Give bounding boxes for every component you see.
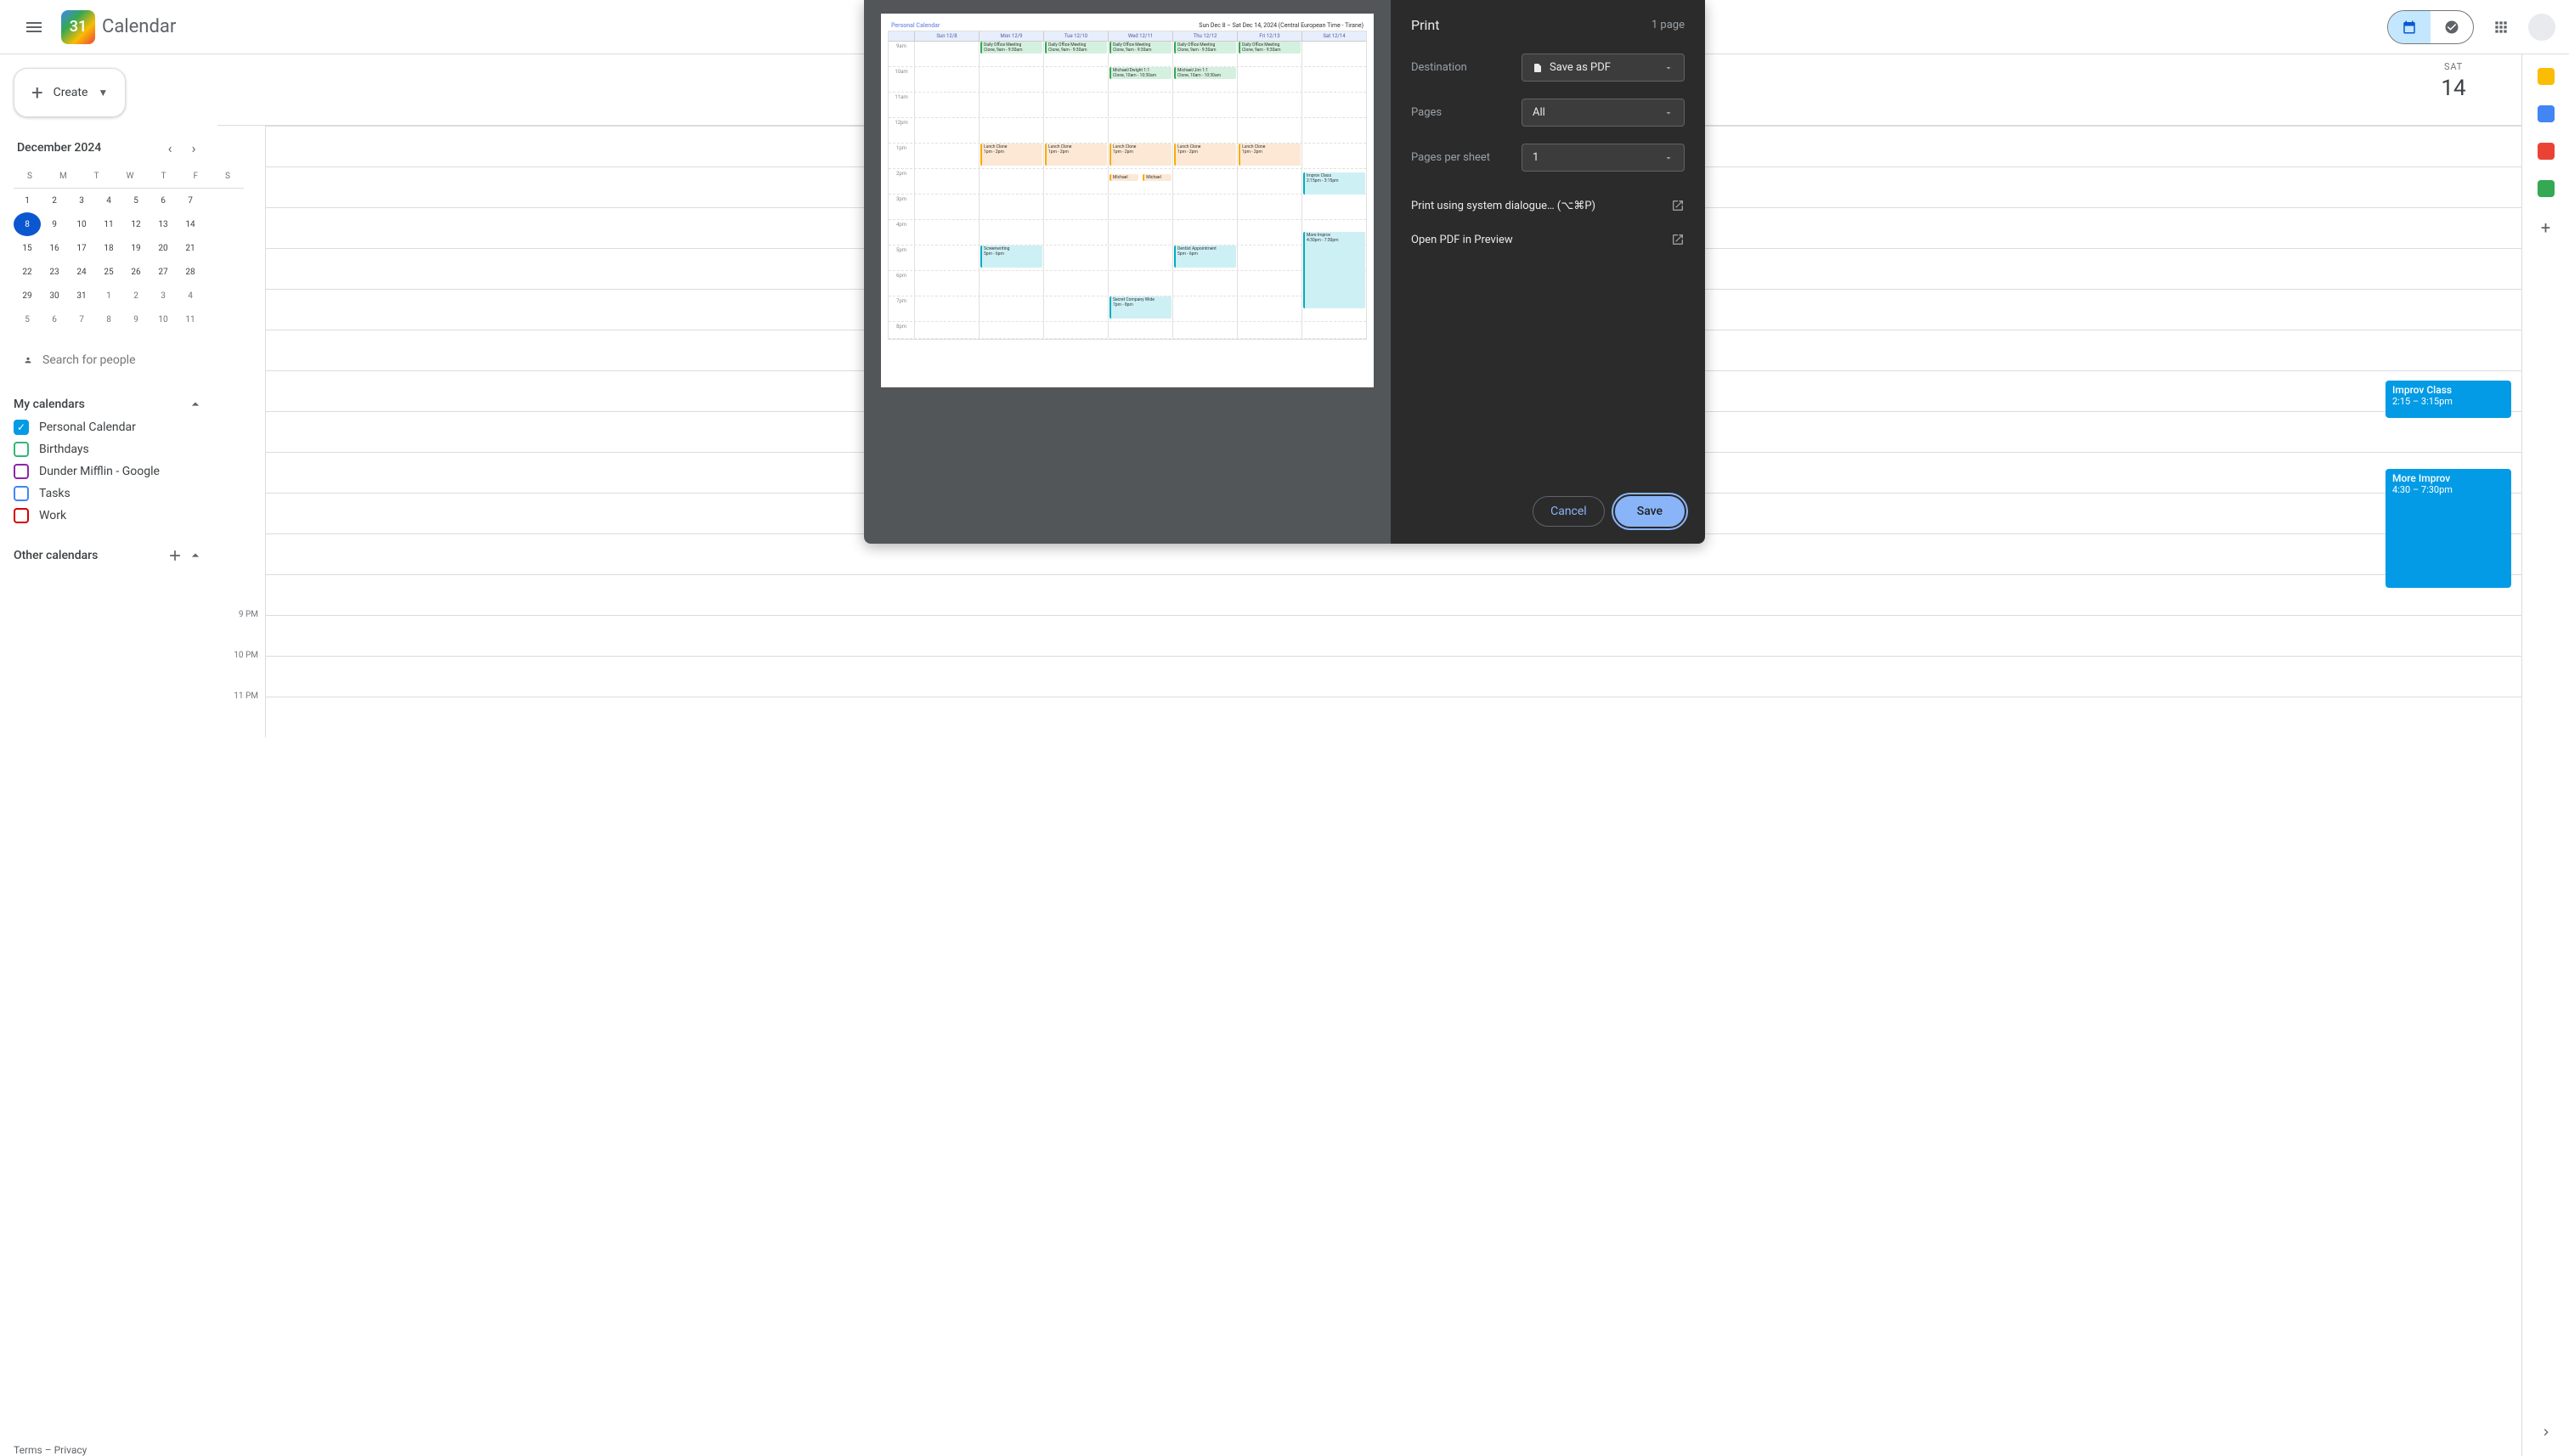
preview-day-header: Mon 12/9 (979, 31, 1043, 41)
open-pdf-preview-link[interactable]: Open PDF in Preview (1411, 223, 1685, 257)
print-settings-panel: Print 1 page Destination Save as PDF Pag… (1391, 0, 1705, 544)
chevron-down-icon (1663, 153, 1674, 163)
preview-event: Dentist Appointment5pm - 6pm (1174, 245, 1236, 268)
destination-label: Destination (1411, 61, 1522, 74)
preview-event: Daily Office MeetingClone, 9am - 9:30am (980, 42, 1042, 54)
save-button[interactable]: Save (1615, 496, 1685, 527)
system-dialog-label: Print using system dialogue… (⌥⌘P) (1411, 200, 1595, 212)
preview-event: Secret Company Wide7pm - 8pm (1109, 296, 1172, 319)
print-preview-pane: Personal Calendar Sun Dec 8 – Sat Dec 14… (864, 0, 1391, 544)
preview-hour-label: 2pm (889, 169, 914, 194)
preview-event: Screenwriting5pm - 6pm (980, 245, 1042, 268)
preview-event: Daily Office MeetingClone, 9am - 9:30am (1045, 42, 1107, 54)
preview-hour-label: 6pm (889, 271, 914, 296)
preview-hour-label: 5pm (889, 245, 914, 270)
pages-label: Pages (1411, 106, 1522, 119)
print-dialog-title: Print (1411, 17, 1439, 33)
preview-hour-label: 9am (889, 42, 914, 66)
pages-per-sheet-label: Pages per sheet (1411, 151, 1522, 164)
cancel-button[interactable]: Cancel (1533, 496, 1605, 527)
preview-event: Michael (1109, 174, 1138, 181)
preview-hour-label: 10am (889, 67, 914, 92)
preview-event: Improv Class2:15pm - 3:15pm (1303, 172, 1365, 195)
pages-per-sheet-select[interactable]: 1 (1522, 144, 1685, 172)
preview-hour-label: 12pm (889, 118, 914, 143)
preview-event: Michael (1143, 174, 1172, 181)
preview-hour-label: 11am (889, 93, 914, 117)
pages-select[interactable]: All (1522, 99, 1685, 127)
preview-event: Lunch Clone1pm - 2pm (1174, 144, 1236, 166)
chevron-down-icon (1663, 63, 1674, 73)
preview-event: Daily Office MeetingClone, 9am - 9:30am (1109, 42, 1172, 54)
preview-hour-label: 8pm (889, 322, 914, 338)
preview-hour-label: 7pm (889, 296, 914, 321)
destination-select[interactable]: Save as PDF (1522, 54, 1685, 82)
preview-hour-label: 1pm (889, 144, 914, 168)
system-dialog-link[interactable]: Print using system dialogue… (⌥⌘P) (1411, 189, 1685, 223)
preview-hour-label: 4pm (889, 220, 914, 245)
pages-value: All (1533, 106, 1545, 119)
preview-day-header: Tue 12/10 (1043, 31, 1108, 41)
preview-event: Daily Office MeetingClone, 9am - 9:30am (1174, 42, 1236, 54)
pdf-icon (1533, 63, 1543, 73)
preview-day-header: Sun 12/8 (914, 31, 979, 41)
preview-hour-label: 3pm (889, 195, 914, 219)
preview-calendar-title: Personal Calendar (891, 22, 940, 29)
preview-page: Personal Calendar Sun Dec 8 – Sat Dec 14… (881, 14, 1374, 387)
print-dialog-overlay: Personal Calendar Sun Dec 8 – Sat Dec 14… (0, 0, 2569, 1456)
preview-event: Lunch Clone1pm - 2pm (1045, 144, 1107, 166)
open-pdf-preview-label: Open PDF in Preview (1411, 234, 1513, 246)
preview-event: Lunch Clone1pm - 2pm (1109, 144, 1172, 166)
preview-day-header: Wed 12/11 (1108, 31, 1172, 41)
preview-date-range: Sun Dec 8 – Sat Dec 14, 2024 (Central Eu… (1199, 22, 1364, 29)
preview-day-header: Fri 12/13 (1237, 31, 1301, 41)
preview-day-header: Thu 12/12 (1172, 31, 1237, 41)
pages-per-sheet-value: 1 (1533, 151, 1539, 164)
destination-value: Save as PDF (1550, 61, 1611, 74)
chevron-down-icon (1663, 108, 1674, 118)
preview-event: Michael/Jim 1:1Clone, 10am - 10:30am (1174, 67, 1236, 79)
external-link-icon (1671, 233, 1685, 246)
print-page-count: 1 page (1652, 19, 1685, 31)
print-dialog: Personal Calendar Sun Dec 8 – Sat Dec 14… (864, 0, 1705, 544)
preview-event: Lunch Clone1pm - 2pm (1239, 144, 1301, 166)
preview-event: Michael/Dwight 1:1Clone, 10am - 10:30am (1109, 67, 1172, 79)
preview-event: Daily Office MeetingClone, 9am - 9:30am (1239, 42, 1301, 54)
preview-day-header: Sat 12/14 (1301, 31, 1366, 41)
preview-event: Lunch Clone1pm - 2pm (980, 144, 1042, 166)
external-link-icon (1671, 199, 1685, 212)
